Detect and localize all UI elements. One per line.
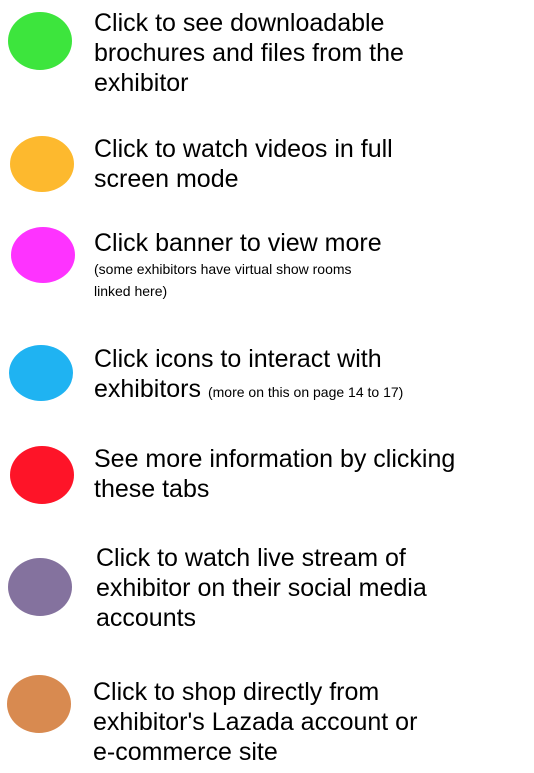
legend-text-interact: Click icons to interact with exhibitors … xyxy=(94,344,403,407)
legend-line: Click icons to interact with xyxy=(94,345,382,373)
legend-line: these tabs xyxy=(94,475,210,503)
legend-text-banner: Click banner to view more (some exhibito… xyxy=(94,228,382,302)
legend-note-line: linked here) xyxy=(94,283,168,299)
legend-line: Click to watch live stream of xyxy=(96,544,406,572)
legend-line: Click to watch videos in full xyxy=(94,135,393,163)
legend-text-livestream: Click to watch live stream of exhibitor … xyxy=(96,543,427,633)
orange-dot-icon xyxy=(10,136,74,192)
legend-text-shop: Click to shop directly from exhibitor's … xyxy=(93,677,417,767)
legend-line: screen mode xyxy=(94,165,239,193)
legend-line: Click banner to view more xyxy=(94,229,382,257)
red-dot-icon xyxy=(10,446,74,504)
legend-text-downloads: Click to see downloadable brochures and … xyxy=(94,8,404,98)
legend-text-tabs: See more information by clicking these t… xyxy=(94,444,455,504)
purple-dot-icon xyxy=(8,558,72,616)
legend-line: accounts xyxy=(96,604,197,632)
blue-dot-icon xyxy=(9,345,73,401)
legend-note-line: (some exhibitors have virtual show rooms xyxy=(94,261,352,277)
legend-line: e-commerce site xyxy=(93,738,278,766)
legend-line: exhibitor xyxy=(94,69,189,97)
legend-line: brochures and files from the xyxy=(94,39,404,67)
brown-dot-icon xyxy=(7,675,71,733)
legend-line: Click to see downloadable xyxy=(94,9,385,37)
legend-line: See more information by clicking xyxy=(94,445,456,473)
magenta-dot-icon xyxy=(11,227,75,283)
legend-line: Click to shop directly from xyxy=(93,678,380,706)
green-dot-icon xyxy=(8,12,72,70)
legend-line: exhibitor's Lazada account or xyxy=(93,708,418,736)
legend-inline-note: (more on this on page 14 to 17) xyxy=(207,384,404,400)
legend-text-videos: Click to watch videos in full screen mod… xyxy=(94,134,393,194)
legend-line: exhibitor on their social media xyxy=(96,574,427,602)
legend-line: exhibitors xyxy=(94,375,201,403)
